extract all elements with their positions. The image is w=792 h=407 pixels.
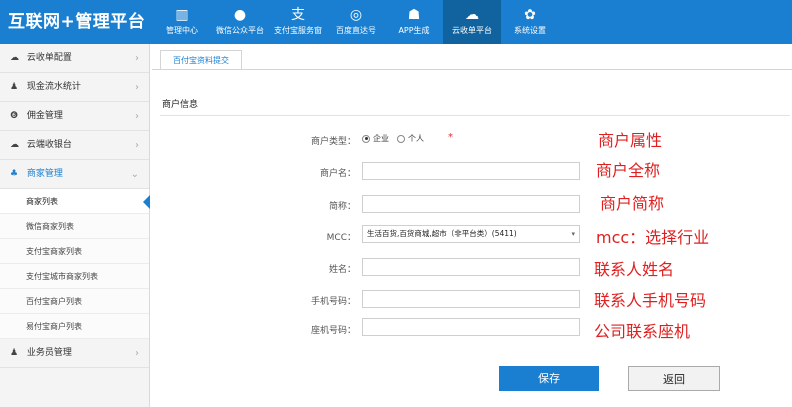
nav-item-app[interactable]: ☗ APP生成 (385, 0, 443, 44)
sidebar-item-label: 云端收银台 (26, 140, 72, 150)
brand-title: 互联网+管理平台 (8, 12, 146, 32)
chevron-right-icon: › (135, 82, 139, 93)
cashier-icon: ☁ (10, 140, 19, 150)
annotation-contact-phone: 联系人手机号码 (594, 291, 707, 310)
top-nav: ▥ 管理中心 ● 微信公众平台 支 支付宝服务窗 ◎ 百度直达号 ☗ APP生成… (153, 0, 559, 44)
cloud-icon: ☁ (465, 7, 479, 23)
sidebar-subitem-wechat-merchants[interactable]: 微信商家列表 (0, 214, 149, 239)
contact-name-input[interactable] (362, 258, 580, 276)
nav-item-alipay[interactable]: 支 支付宝服务窗 (269, 0, 327, 44)
annotation-merchant-shortname: 商户简称 (600, 194, 665, 213)
sidebar-subitem-baifubao-merchants[interactable]: 百付宝商户列表 (0, 289, 149, 314)
gear-icon: ✿ (524, 7, 536, 23)
chevron-right-icon: › (135, 111, 139, 122)
radio-enterprise-label: 企业 (373, 134, 389, 143)
section-title: 商户信息 (162, 100, 199, 110)
phone-label: 手机号码： (310, 297, 356, 307)
sidebar-item-label: 现金流水统计 (26, 82, 81, 92)
users-icon: ♣ (10, 169, 19, 179)
sidebar-subitem-alipay-merchants[interactable]: 支付宝商家列表 (0, 239, 149, 264)
nav-label: 云收单平台 (452, 26, 492, 35)
nav-label: 支付宝服务窗 (274, 26, 322, 35)
sidebar: ☁ 云收单配置 › ♟ 现金流水统计 › ❻ 佣金管理 › ☁ 云端收银台 › … (0, 44, 150, 407)
tab-baifubao-submit[interactable]: 百付宝资料提交 (160, 50, 242, 70)
coin-icon: ❻ (10, 111, 19, 121)
landline-label: 座机号码： (310, 326, 356, 336)
radio-individual[interactable] (397, 134, 405, 143)
alipay-icon: 支 (291, 7, 305, 23)
sidebar-item-label: 佣金管理 (26, 111, 63, 121)
nav-label: 微信公众平台 (216, 26, 264, 35)
sidebar-subitem-merchant-list[interactable]: 商家列表 (0, 189, 150, 214)
merchant-name-label: 商户名： (319, 169, 356, 179)
short-name-input[interactable] (362, 195, 580, 213)
sidebar-item-salesman[interactable]: ♟ 业务员管理 › (0, 339, 149, 368)
sidebar-item-commission[interactable]: ❻ 佣金管理 › (0, 102, 149, 131)
nav-label: 百度直达号 (336, 26, 376, 35)
required-marker: * (448, 132, 453, 143)
chevron-right-icon: › (135, 53, 139, 64)
sidebar-subitem-alipay-city-merchants[interactable]: 支付宝城市商家列表 (0, 264, 149, 289)
back-button[interactable]: 返回 (628, 366, 720, 391)
section-divider (160, 115, 790, 116)
nav-item-management[interactable]: ▥ 管理中心 (153, 0, 211, 44)
annotation-company-landline: 公司联系座机 (594, 322, 691, 341)
top-bar: 互联网+管理平台 ▥ 管理中心 ● 微信公众平台 支 支付宝服务窗 ◎ 百度直达… (0, 0, 792, 44)
wallet-icon: ▥ (175, 7, 189, 23)
tab-divider (152, 69, 792, 70)
radio-enterprise[interactable] (362, 134, 370, 143)
sidebar-item-cashier[interactable]: ☁ 云端收银台 › (0, 131, 149, 160)
nav-label: 管理中心 (166, 26, 198, 35)
annotation-contact-name: 联系人姓名 (594, 260, 675, 279)
merchant-name-input[interactable] (362, 162, 580, 180)
cloud-icon: ☁ (10, 53, 19, 63)
sidebar-item-label: 云收单配置 (26, 53, 72, 63)
wechat-icon: ● (233, 7, 247, 23)
nav-label: APP生成 (398, 26, 430, 35)
sidebar-subitem-yifubao-merchants[interactable]: 易付宝商户列表 (0, 314, 149, 339)
sidebar-item-cash-flow[interactable]: ♟ 现金流水统计 › (0, 73, 149, 102)
annotation-merchant-fullname: 商户全称 (596, 161, 661, 180)
nav-item-cloud[interactable]: ☁ 云收单平台 (443, 0, 501, 44)
contact-name-label: 姓名： (328, 265, 356, 275)
nav-item-settings[interactable]: ✿ 系统设置 (501, 0, 559, 44)
chevron-down-icon: ⌄ (130, 169, 139, 180)
landline-input[interactable] (362, 318, 580, 336)
merchant-type-label: 商户类型： (310, 137, 356, 147)
nav-label: 系统设置 (514, 26, 546, 35)
chevron-right-icon: › (135, 348, 139, 359)
money-bag-icon: ♟ (10, 82, 19, 92)
chevron-right-icon: › (135, 140, 139, 151)
annotation-merchant-attribute: 商户属性 (598, 131, 663, 150)
mcc-selected-value: 生活百货,百货商城,超市（非平台类）(5411) (367, 229, 517, 238)
save-button[interactable]: 保存 (499, 366, 599, 391)
sidebar-item-cloud-config[interactable]: ☁ 云收单配置 › (0, 44, 149, 73)
person-icon: ♟ (10, 348, 19, 358)
merchant-type-radio-group: 企业 个人 (362, 133, 424, 144)
mcc-select[interactable]: 生活百货,百货商城,超市（非平台类）(5411) ▾ (362, 225, 580, 243)
phone-input[interactable] (362, 290, 580, 308)
sidebar-item-label: 商家管理 (26, 169, 63, 179)
nav-item-baidu[interactable]: ◎ 百度直达号 (327, 0, 385, 44)
android-icon: ☗ (407, 7, 421, 23)
sidebar-item-merchant-management[interactable]: ♣ 商家管理 ⌄ (0, 160, 149, 189)
mcc-label: MCC： (326, 233, 356, 243)
baidu-icon: ◎ (349, 7, 363, 23)
dropdown-caret-icon: ▾ (571, 230, 575, 238)
sidebar-item-label: 业务员管理 (26, 348, 72, 358)
short-name-label: 简称： (328, 202, 356, 212)
radio-individual-label: 个人 (408, 134, 424, 143)
nav-item-wechat[interactable]: ● 微信公众平台 (211, 0, 269, 44)
annotation-mcc: mcc：选择行业 (596, 228, 710, 247)
